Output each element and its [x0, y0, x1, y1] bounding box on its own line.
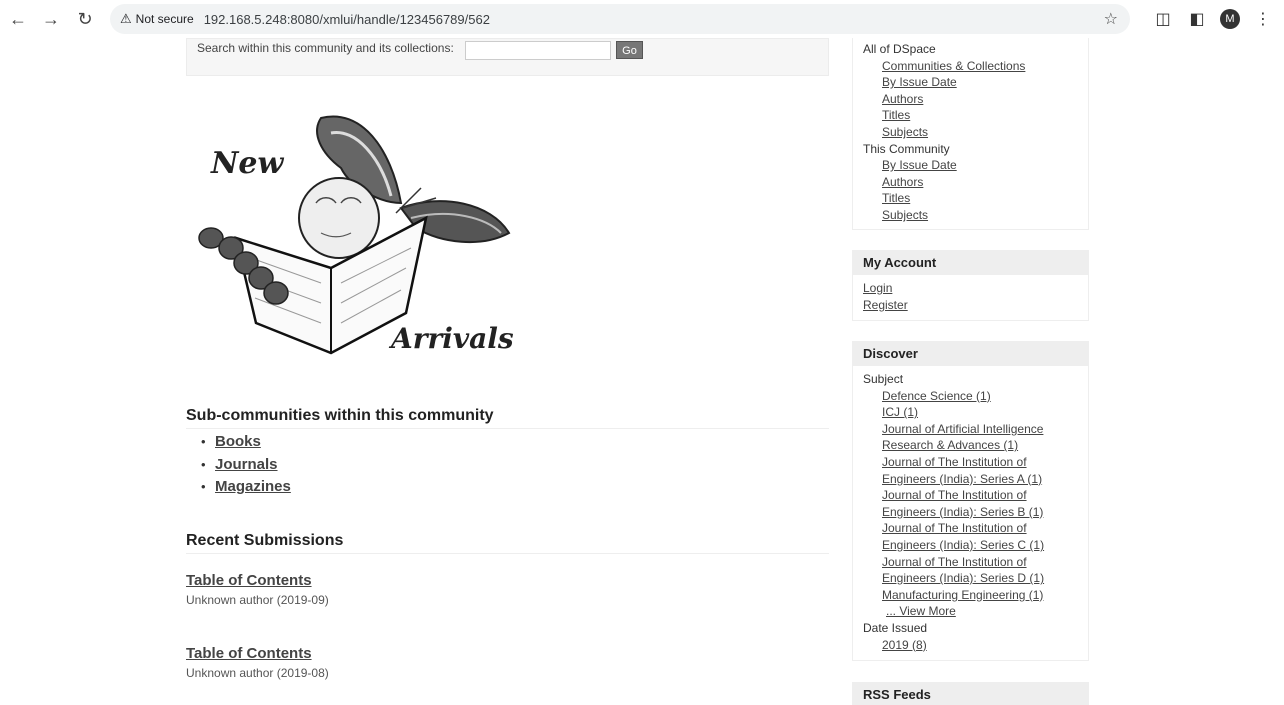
discover-date-label: Date Issued	[863, 620, 928, 635]
extensions-icon[interactable]: ◫	[1152, 9, 1174, 29]
submission-meta: Unknown author (2019-09)	[186, 593, 329, 607]
rss-panel: RSS Feeds	[852, 682, 1089, 705]
subject-facet-link[interactable]: Journal of Artificial Intelligence	[882, 422, 1043, 436]
subject-facet-link[interactable]: Journal of The Institution of	[882, 555, 1027, 569]
subcommunities-list: • Books • Journals • Magazines	[201, 431, 291, 499]
list-item: • Magazines	[201, 476, 291, 499]
browse-community-label: This Community	[863, 141, 950, 156]
browser-toolbar: ← → ↻ ⚠ Not secure 192.168.5.248:8080/xm…	[0, 0, 1284, 38]
subject-facet-link[interactable]: Engineers (India): Series C (1)	[882, 538, 1044, 552]
bullet-icon: •	[201, 434, 206, 449]
subject-facet-link[interactable]: Journal of The Institution of	[882, 488, 1027, 502]
login-link[interactable]: Login	[863, 281, 892, 295]
recent-submissions-heading: Recent Submissions	[186, 532, 829, 554]
reload-icon[interactable]: ↻	[68, 4, 102, 34]
address-bar[interactable]: ⚠ Not secure 192.168.5.248:8080/xmlui/ha…	[110, 4, 1130, 34]
warning-triangle-icon: ⚠	[120, 11, 132, 26]
search-input[interactable]	[465, 41, 611, 60]
list-item: • Books	[201, 431, 291, 454]
go-button[interactable]: Go	[616, 41, 643, 59]
my-account-heading: My Account	[853, 251, 1088, 275]
discover-heading: Discover	[853, 342, 1088, 366]
view-more-link[interactable]: ... View More	[886, 604, 956, 618]
forward-arrow-icon[interactable]: →	[34, 4, 68, 34]
avatar[interactable]: M	[1220, 9, 1240, 29]
my-account-panel: My Account Login Register	[852, 250, 1089, 321]
subcommunity-link-books[interactable]: Books	[215, 431, 261, 454]
bullet-icon: •	[201, 456, 206, 472]
subject-facet-link[interactable]: Journal of The Institution of	[882, 521, 1027, 535]
subject-facet-link[interactable]: Manufacturing Engineering (1)	[882, 588, 1043, 602]
submission-item: Table of Contents Unknown author (2019-0…	[186, 645, 329, 680]
browse-all-label: All of DSpace	[863, 42, 936, 56]
date-facet-link[interactable]: 2019 (8)	[882, 638, 927, 652]
discover-panel: Discover Subject Defence Science (1) ICJ…	[852, 341, 1089, 661]
browse-community-subjects-link[interactable]: Subjects	[882, 208, 928, 222]
subject-facet-link[interactable]: Engineers (India): Series B (1)	[882, 505, 1043, 519]
browse-community-titles-link[interactable]: Titles	[882, 191, 910, 205]
back-arrow-icon[interactable]: ←	[1, 4, 35, 34]
browse-all-titles-link[interactable]: Titles	[882, 108, 910, 122]
bullet-icon: •	[201, 479, 206, 494]
banner-word-new: New	[210, 146, 285, 181]
browse-communities-collections-link[interactable]: Communities & Collections	[882, 59, 1025, 73]
browser-actions: ◫ ◧ M ⋮	[1152, 4, 1284, 34]
search-label: Search within this community and its col…	[197, 41, 454, 55]
browse-all-authors-link[interactable]: Authors	[882, 92, 923, 106]
submission-title-link[interactable]: Table of Contents	[186, 572, 329, 589]
browse-all-by-issue-date-link[interactable]: By Issue Date	[882, 75, 957, 89]
banner-word-arrivals: Arrivals	[388, 322, 514, 355]
community-search-box: Search within this community and its col…	[186, 38, 829, 76]
side-panel-icon[interactable]: ◧	[1186, 9, 1208, 29]
subject-facet-link[interactable]: Engineers (India): Series D (1)	[882, 571, 1044, 585]
new-arrivals-banner: New Arrivals	[198, 115, 514, 355]
browse-community-by-issue-date-link[interactable]: By Issue Date	[882, 158, 957, 172]
subject-facet-link[interactable]: Research & Advances (1)	[882, 438, 1018, 452]
subcommunities-heading: Sub-communities within this community	[186, 407, 829, 429]
list-item: • Journals	[201, 454, 291, 477]
security-label: Not secure	[135, 12, 194, 26]
browse-all-subjects-link[interactable]: Subjects	[882, 125, 928, 139]
submission-item: Table of Contents Unknown author (2019-0…	[186, 572, 329, 607]
main-content: Search within this community and its col…	[185, 38, 830, 680]
subject-facet-link[interactable]: Defence Science (1)	[882, 389, 991, 403]
rss-heading: RSS Feeds	[853, 683, 1088, 705]
menu-kebab-icon[interactable]: ⋮	[1252, 9, 1274, 29]
submission-title-link[interactable]: Table of Contents	[186, 645, 329, 662]
browse-community-authors-link[interactable]: Authors	[882, 175, 923, 189]
subject-facet-link[interactable]: ICJ (1)	[882, 405, 918, 419]
url-text[interactable]: 192.168.5.248:8080/xmlui/handle/12345678…	[204, 12, 490, 27]
register-link[interactable]: Register	[863, 298, 908, 312]
subject-facet-link[interactable]: Journal of The Institution of	[882, 455, 1027, 469]
submission-meta: Unknown author (2019-08)	[186, 666, 329, 680]
discover-subject-label: Subject	[863, 372, 904, 386]
bookmark-star-icon[interactable]: ☆	[1104, 9, 1118, 29]
subcommunity-link-magazines[interactable]: Magazines	[215, 476, 291, 499]
security-indicator[interactable]: ⚠ Not secure	[120, 11, 204, 27]
subject-facet-link[interactable]: Engineers (India): Series A (1)	[882, 472, 1042, 486]
subcommunity-link-journals[interactable]: Journals	[215, 454, 278, 477]
browse-panel: All of DSpace Communities & Collections …	[852, 38, 1089, 230]
